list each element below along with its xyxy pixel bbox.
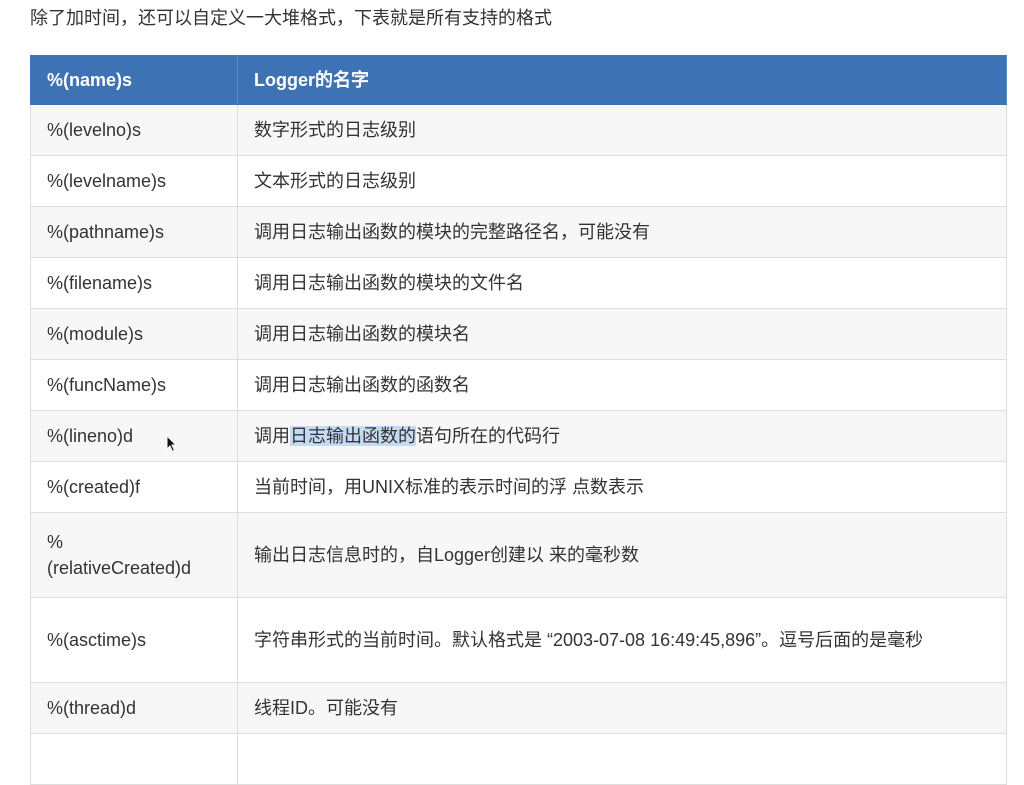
table-row: %(thread)d 线程ID。可能没有 bbox=[30, 682, 1007, 734]
format-key: %(thread)d bbox=[30, 682, 238, 734]
table-header-row: %(name)s Logger的名字 bbox=[30, 55, 1007, 105]
table-row: %(funcName)s 调用日志输出函数的函数名 bbox=[30, 359, 1007, 411]
format-description: 字符串形式的当前时间。默认格式是 “2003-07-08 16:49:45,89… bbox=[237, 597, 1007, 683]
format-key: %(filename)s bbox=[30, 257, 238, 309]
description-text: 调用 bbox=[254, 426, 290, 446]
selected-text[interactable]: 日志输出函数的 bbox=[290, 426, 416, 446]
format-description: 调用日志输出函数的模块的完整路径名，可能没有 bbox=[237, 206, 1007, 258]
table-row: %(filename)s 调用日志输出函数的模块的文件名 bbox=[30, 257, 1007, 309]
table-row: %(levelname)s 文本形式的日志级别 bbox=[30, 155, 1007, 207]
format-description[interactable]: 调用日志输出函数的语句所在的代码行 bbox=[237, 410, 1007, 462]
format-key bbox=[30, 733, 238, 785]
intro-text: 除了加时间，还可以自定义一大堆格式，下表就是所有支持的格式 bbox=[30, 8, 552, 28]
table-row: %(asctime)s 字符串形式的当前时间。默认格式是 “2003-07-08… bbox=[30, 597, 1007, 683]
format-description: 输出日志信息时的，自Logger创建以 来的毫秒数 bbox=[237, 512, 1007, 598]
format-description: 调用日志输出函数的模块名 bbox=[237, 308, 1007, 360]
format-key: %(levelno)s bbox=[30, 104, 238, 156]
format-key-line: % bbox=[47, 532, 64, 552]
format-description: 数字形式的日志级别 bbox=[237, 104, 1007, 156]
format-key: %(funcName)s bbox=[30, 359, 238, 411]
format-key: %(lineno)d bbox=[30, 410, 238, 462]
description-text: 语句所在的代码行 bbox=[416, 426, 560, 446]
format-key: % (relativeCreated)d bbox=[30, 512, 238, 598]
table-row: % (relativeCreated)d 输出日志信息时的，自Logger创建以 … bbox=[30, 512, 1007, 598]
table-row: %(pathname)s 调用日志输出函数的模块的完整路径名，可能没有 bbox=[30, 206, 1007, 258]
table-row bbox=[30, 733, 1007, 785]
header-format-key: %(name)s bbox=[30, 55, 238, 105]
format-table: %(name)s Logger的名字 %(levelno)s 数字形式的日志级别… bbox=[30, 55, 1007, 785]
format-description: 当前时间，用UNIX标准的表示时间的浮 点数表示 bbox=[237, 461, 1007, 513]
format-description bbox=[237, 733, 1007, 785]
format-description: 调用日志输出函数的函数名 bbox=[237, 359, 1007, 411]
table-row: %(module)s 调用日志输出函数的模块名 bbox=[30, 308, 1007, 360]
format-key: %(asctime)s bbox=[30, 597, 238, 683]
header-description: Logger的名字 bbox=[237, 55, 1007, 105]
format-key: %(module)s bbox=[30, 308, 238, 360]
table-row: %(levelno)s 数字形式的日志级别 bbox=[30, 104, 1007, 156]
format-description: 调用日志输出函数的模块的文件名 bbox=[237, 257, 1007, 309]
format-description: 线程ID。可能没有 bbox=[237, 682, 1007, 734]
format-key: %(levelname)s bbox=[30, 155, 238, 207]
format-description: 文本形式的日志级别 bbox=[237, 155, 1007, 207]
format-key-line: (relativeCreated)d bbox=[47, 558, 192, 578]
format-key: %(created)f bbox=[30, 461, 238, 513]
format-key: %(pathname)s bbox=[30, 206, 238, 258]
table-row: %(created)f 当前时间，用UNIX标准的表示时间的浮 点数表示 bbox=[30, 461, 1007, 513]
mouse-pointer-icon bbox=[166, 435, 178, 453]
